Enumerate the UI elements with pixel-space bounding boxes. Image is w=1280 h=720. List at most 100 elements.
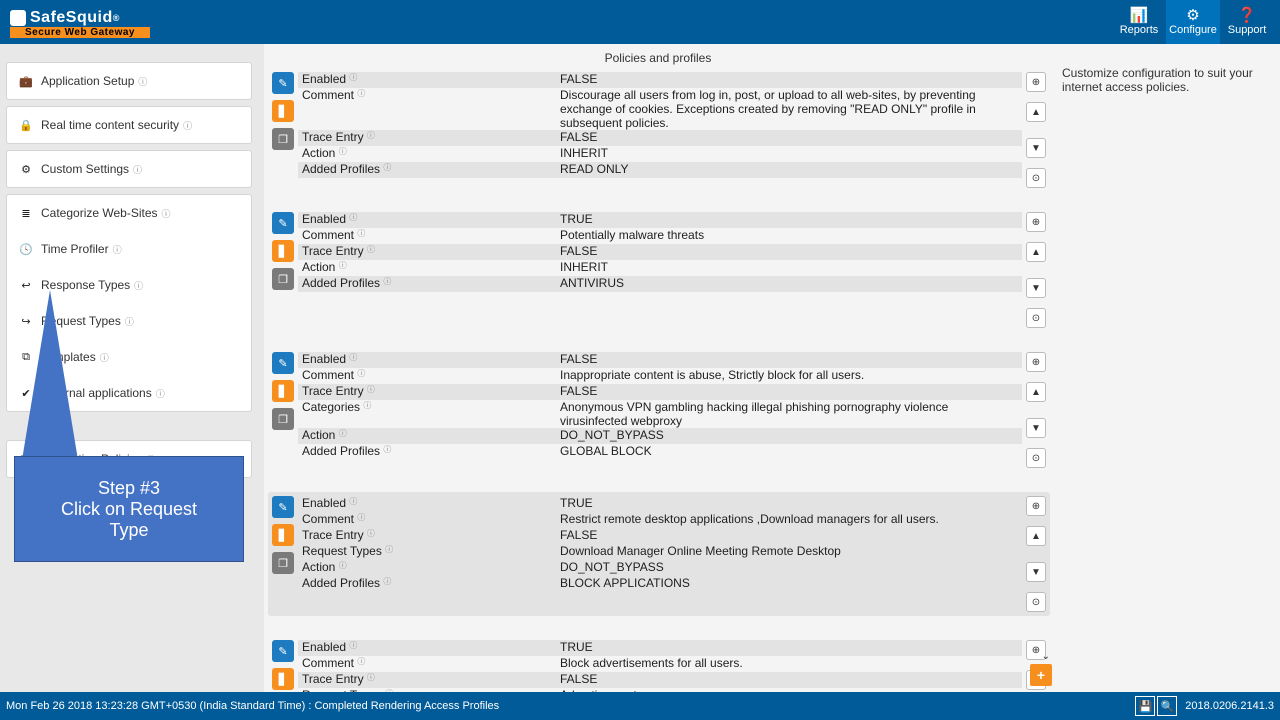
gear-icon: ⚙ [1186, 8, 1199, 24]
sidebar-item-time-profiler[interactable]: 🕓Time Profilerⓘ [7, 231, 251, 267]
move-bottom-button[interactable]: ⊙ [1026, 168, 1046, 188]
policy-value: FALSE [558, 384, 1022, 400]
policy-key: Action ⓘ [298, 428, 558, 444]
move-down-button[interactable]: ▼ [1026, 278, 1046, 298]
nav-configure[interactable]: ⚙Configure [1166, 0, 1220, 44]
policy-value: GLOBAL BLOCK [558, 444, 1022, 460]
policy-row: Trace Entry ⓘFALSE [298, 130, 1022, 146]
policy-row: Trace Entry ⓘFALSE [298, 384, 1022, 400]
list-icon: ≣ [19, 207, 33, 220]
policy-key: Trace Entry ⓘ [298, 672, 558, 688]
policy-key: Enabled ⓘ [298, 212, 558, 228]
policy-key: Added Profiles ⓘ [298, 444, 558, 460]
delete-button[interactable]: ▋ [272, 100, 294, 122]
policy-key: Enabled ⓘ [298, 352, 558, 368]
nav-reports[interactable]: 📊Reports [1112, 0, 1166, 44]
policy-value: FALSE [558, 72, 1022, 88]
policy-row: Comment ⓘInappropriate content is abuse,… [298, 368, 1022, 384]
policy-key: Comment ⓘ [298, 228, 558, 244]
search-button[interactable]: 🔍 [1157, 696, 1177, 716]
policy-value: DO_NOT_BYPASS [558, 560, 1022, 576]
policy-row: Enabled ⓘFALSE [298, 72, 1022, 88]
move-down-button[interactable]: ▼ [1026, 418, 1046, 438]
edit-button[interactable]: ✎ [272, 640, 294, 662]
policy-row: Enabled ⓘTRUE [298, 640, 1022, 656]
move-top-button[interactable]: ⊕ [1026, 72, 1046, 92]
policy-card: ✎ ▋ ❐ Enabled ⓘFALSEComment ⓘDiscourage all… [268, 72, 1050, 188]
help-panel: Customize configuration to suit your int… [1052, 44, 1280, 692]
policy-key: Comment ⓘ [298, 368, 558, 384]
callout-arrow [22, 290, 78, 460]
policy-list[interactable]: ✎▋❐Enabled ⓘFALSEComment ⓘDiscourage all… [264, 72, 1052, 692]
policy-value: Anonymous VPN gambling hacking illegal p… [558, 400, 1022, 428]
top-nav: 📊Reports ⚙Configure ❓Support [1112, 0, 1274, 44]
policy-row: Added Profiles ⓘBLOCK APPLICATIONS [298, 576, 1022, 592]
policy-card: ✎ ▋ ❐Enabled ⓘTRUEComment ⓘRestrict remote… [268, 492, 1050, 616]
move-bottom-button[interactable]: ⊙ [1026, 308, 1046, 328]
policy-key: Comment ⓘ [298, 512, 558, 528]
policy-table: Enabled ⓘFALSEComment ⓘInappropriate con… [298, 352, 1022, 468]
policy-row: Comment ⓘRestrict remote desktop applica… [298, 512, 1022, 528]
logo-tagline: Secure Web Gateway [10, 27, 150, 38]
edit-button[interactable]: ✎ [272, 496, 294, 518]
add-policy-button[interactable]: + [1030, 664, 1052, 686]
nav-support[interactable]: ❓Support [1220, 0, 1274, 44]
edit-button[interactable]: ✎ [272, 212, 294, 234]
policy-value: FALSE [558, 528, 1022, 544]
policy-value: FALSE [558, 244, 1022, 260]
policy-row: Trace Entry ⓘFALSE [298, 244, 1022, 260]
policy-key: Added Profiles ⓘ [298, 276, 558, 292]
policy-value: FALSE [558, 672, 1022, 688]
move-up-button[interactable]: ▲ [1026, 242, 1046, 262]
move-top-button[interactable]: ⊕ [1026, 352, 1046, 372]
clone-button[interactable]: ❐ [272, 552, 294, 574]
move-bottom-button[interactable]: ⊙ [1026, 592, 1046, 612]
move-down-button[interactable]: ▼ [1026, 138, 1046, 158]
policy-key: Added Profiles ⓘ [298, 576, 558, 592]
clone-button[interactable]: ❐ [272, 268, 294, 290]
policy-key: Action ⓘ [298, 146, 558, 162]
move-up-button[interactable]: ▲ [1026, 526, 1046, 546]
clone-button[interactable]: ❐ [272, 128, 294, 150]
policy-key: Trace Entry ⓘ [298, 384, 558, 400]
move-top-button[interactable]: ⊕ [1026, 496, 1046, 516]
save-button[interactable]: 💾 [1135, 696, 1155, 716]
main-panel: Policies and profiles ✎▋❐Enabled ⓘFALSEC… [264, 44, 1052, 692]
policy-row: Comment ⓘBlock advertisements for all us… [298, 656, 1022, 672]
policy-row: Action ⓘDO_NOT_BYPASS [298, 428, 1022, 444]
edit-button[interactable]: ✎ [272, 72, 294, 94]
policy-key: Action ⓘ [298, 260, 558, 276]
lock-icon: 🔒 [19, 119, 33, 132]
sidebar-item-app-setup[interactable]: 💼Application Setupⓘ [7, 63, 251, 99]
delete-button[interactable]: ▋ [272, 524, 294, 546]
move-top-button[interactable]: ⊕ [1026, 212, 1046, 232]
sliders-icon: ⚙ [19, 163, 33, 176]
policy-row: Categories ⓘAnonymous VPN gambling hacki… [298, 400, 1022, 428]
policy-value: TRUE [558, 496, 1022, 512]
move-up-button[interactable]: ▲ [1026, 102, 1046, 122]
policy-row: Comment ⓘPotentially malware threats [298, 228, 1022, 244]
policy-value: Discourage all users from log in, post, … [558, 88, 1022, 130]
policy-row: Added Profiles ⓘGLOBAL BLOCK [298, 444, 1022, 460]
callout-step3: Step #3 Click on Request Type [14, 456, 244, 562]
scroll-more-icon: ⌄ [1042, 651, 1050, 662]
policy-value: DO_NOT_BYPASS [558, 428, 1022, 444]
delete-button[interactable]: ▋ [272, 380, 294, 402]
sidebar-item-categorize[interactable]: ≣Categorize Web-Sitesⓘ [7, 195, 251, 231]
sidebar-item-custom-settings[interactable]: ⚙Custom Settingsⓘ [7, 151, 251, 187]
policy-table: Enabled ⓘTRUEComment ⓘRestrict remote de… [298, 496, 1022, 612]
policy-value: INHERIT [558, 260, 1022, 276]
policy-value: TRUE [558, 212, 1022, 228]
clone-button[interactable]: ❐ [272, 408, 294, 430]
sidebar-item-realtime-security[interactable]: 🔒Real time content securityⓘ [7, 107, 251, 143]
move-bottom-button[interactable]: ⊙ [1026, 448, 1046, 468]
policy-card: ✎▋❐Enabled ⓘTRUEComment ⓘBlock advertise… [268, 640, 1050, 692]
edit-button[interactable]: ✎ [272, 352, 294, 374]
policy-value: Inappropriate content is abuse, Strictly… [558, 368, 1022, 384]
move-up-button[interactable]: ▲ [1026, 382, 1046, 402]
delete-button[interactable]: ▋ [272, 668, 294, 690]
move-down-button[interactable]: ▼ [1026, 562, 1046, 582]
policy-key: Comment ⓘ [298, 88, 558, 130]
policy-row: Action ⓘDO_NOT_BYPASS [298, 560, 1022, 576]
delete-button[interactable]: ▋ [272, 240, 294, 262]
